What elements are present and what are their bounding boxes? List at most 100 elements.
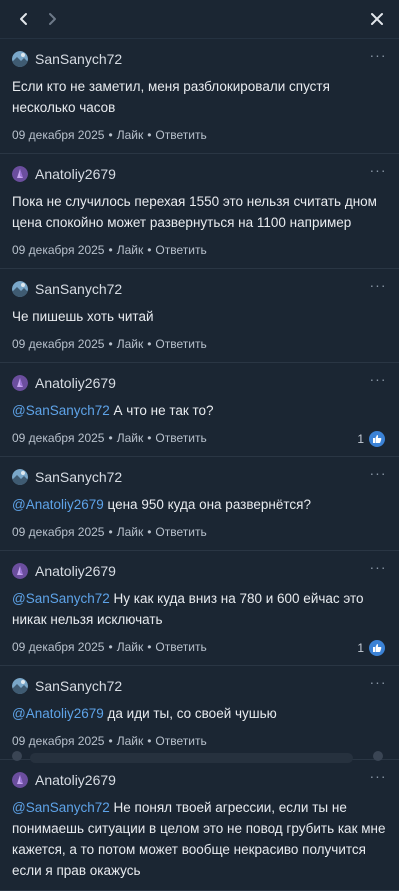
more-options-icon[interactable]: ··· [370,371,386,387]
top-navigation-bar [0,0,399,39]
comment-item: Anatoliy2679 ··· @SanSanych72 А что не т… [0,363,399,457]
comment-meta: 09 декабря 2025 • Лайк • Ответить [12,126,387,144]
separator: • [108,525,113,539]
more-options-icon[interactable]: ··· [370,47,386,63]
likes-count: 1 [357,641,364,655]
separator: • [108,337,113,351]
separator: • [147,525,152,539]
separator: • [147,640,152,654]
avatar[interactable] [12,166,28,182]
comment-item: Anatoliy2679 ··· @SanSanych72 Не понял т… [0,760,399,891]
likes-counter[interactable]: 1 [357,431,385,447]
like-button[interactable]: Лайк [117,525,144,539]
comment-text: Если кто не заметил, меня разблокировали… [12,76,387,118]
mention-link[interactable]: @SanSanych72 [12,800,110,815]
comment-input[interactable] [30,753,353,763]
avatar[interactable] [12,469,28,485]
reply-button[interactable]: Ответить [155,525,206,539]
avatar[interactable] [12,281,28,297]
comment-meta: 09 декабря 2025 • Лайк • Ответить [12,335,387,353]
comment-text: @SanSanych72 А что не так то? [12,400,387,421]
likes-counter[interactable]: 1 [357,640,385,656]
like-button[interactable]: Лайк [117,337,144,351]
separator: • [108,128,113,142]
mention-link[interactable]: @SanSanych72 [12,403,110,418]
comment-meta: 09 декабря 2025 • Лайк • Ответить [12,241,387,259]
comment-item: SanSanych72 ··· @Anatoliy2679 цена 950 к… [0,457,399,551]
comment-date: 09 декабря 2025 [12,243,105,257]
more-options-icon[interactable]: ··· [370,277,386,293]
separator: • [147,128,152,142]
mention-link[interactable]: @Anatoliy2679 [12,497,104,512]
more-options-icon[interactable]: ··· [370,768,386,784]
comment-author[interactable]: SanSanych72 [35,678,122,694]
like-button[interactable]: Лайк [117,128,144,142]
comment-author[interactable]: SanSanych72 [35,51,122,67]
reply-button[interactable]: Ответить [155,431,206,445]
comment-author[interactable]: Anatoliy2679 [35,563,116,579]
reply-button[interactable]: Ответить [155,243,206,257]
comment-message: Че пишешь хоть читай [12,309,154,324]
reply-button[interactable]: Ответить [155,640,206,654]
chevron-right-icon[interactable] [38,5,66,33]
comment-date: 09 декабря 2025 [12,431,105,445]
comment-text: @Anatoliy2679 да иди ты, со своей чушью [12,703,387,724]
separator: • [147,243,152,257]
separator: • [147,431,152,445]
like-button[interactable]: Лайк [117,243,144,257]
more-options-icon[interactable]: ··· [370,674,386,690]
likes-count: 1 [357,432,364,446]
comment-item: SanSanych72 ··· Если кто не заметил, мен… [0,39,399,154]
comment-author[interactable]: Anatoliy2679 [35,772,116,788]
comment-message: да иди ты, со своей чушью [103,706,277,721]
reply-button[interactable]: Ответить [155,734,206,748]
mention-link[interactable]: @Anatoliy2679 [12,706,104,721]
more-options-icon[interactable]: ··· [370,559,386,575]
separator: • [108,431,113,445]
comment-date: 09 декабря 2025 [12,128,105,142]
like-button[interactable]: Лайк [117,640,144,654]
comment-meta: 09 декабря 2025 • Лайк • Ответить [12,523,387,541]
chevron-left-icon[interactable] [10,5,38,33]
separator: • [147,734,152,748]
more-options-icon[interactable]: ··· [370,465,386,481]
like-button[interactable]: Лайк [117,431,144,445]
comment-meta: 09 декабря 2025 • Лайк • Ответить [12,638,387,656]
separator: • [147,337,152,351]
reply-button[interactable]: Ответить [155,128,206,142]
avatar[interactable] [12,772,28,788]
separator: • [108,243,113,257]
comment-date: 09 декабря 2025 [12,337,105,351]
comment-author[interactable]: SanSanych72 [35,469,122,485]
comment-author[interactable]: Anatoliy2679 [35,375,116,391]
comments-list: SanSanych72 ··· Если кто не заметил, мен… [0,39,399,891]
comment-message: А что не так то? [109,403,214,418]
comment-message: Пока не случилось перехая 1550 это нельз… [12,194,377,230]
comment-date: 09 декабря 2025 [12,640,105,654]
avatar [12,751,22,761]
comment-author[interactable]: Anatoliy2679 [35,166,116,182]
comment-meta: 09 декабря 2025 • Лайк • Ответить [12,429,387,447]
comment-date: 09 декабря 2025 [12,734,105,748]
avatar[interactable] [12,678,28,694]
more-options-icon[interactable]: ··· [370,162,386,178]
avatar[interactable] [12,563,28,579]
comment-text: @Anatoliy2679 цена 950 куда она развернё… [12,494,387,515]
avatar[interactable] [12,375,28,391]
mention-link[interactable]: @SanSanych72 [12,591,110,606]
avatar[interactable] [12,51,28,67]
separator: • [108,640,113,654]
comment-item: SanSanych72 ··· @Anatoliy2679 да иди ты,… [0,666,399,760]
like-button[interactable]: Лайк [117,734,144,748]
comment-date: 09 декабря 2025 [12,525,105,539]
comment-text: Пока не случилось перехая 1550 это нельз… [12,191,387,233]
close-icon[interactable] [363,5,391,33]
comment-input-bar [0,749,399,763]
send-icon[interactable] [373,751,383,761]
comment-text: @SanSanych72 Ну как куда вниз на 780 и 6… [12,588,387,630]
comment-item: Anatoliy2679 ··· Пока не случилось перех… [0,154,399,269]
comment-text: @SanSanych72 Не понял твоей агрессии, ес… [12,797,387,881]
reply-button[interactable]: Ответить [155,337,206,351]
comment-author[interactable]: SanSanych72 [35,281,122,297]
thumbs-up-icon [369,640,385,656]
